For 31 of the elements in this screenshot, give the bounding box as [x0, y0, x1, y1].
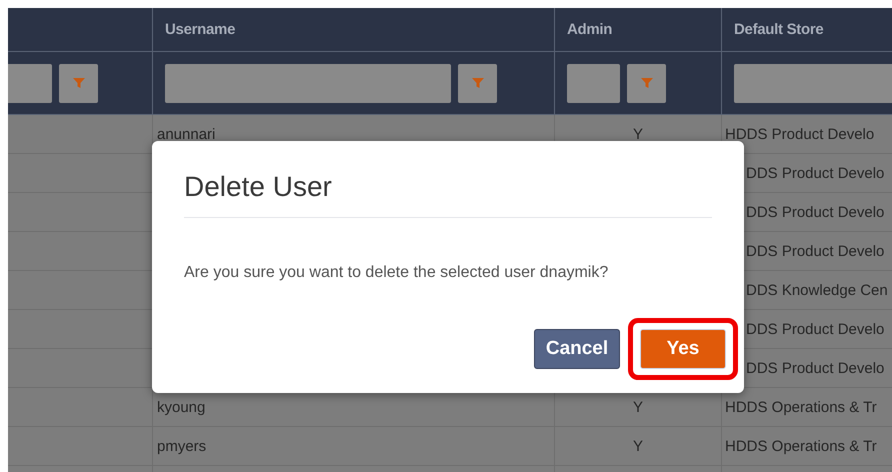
- table-cell: Y: [632, 398, 643, 416]
- filter-field[interactable]: [8, 64, 52, 102]
- table-cell: DDS Knowledge Cen: [746, 282, 888, 298]
- table-cell: HDDS Operations & Tr: [725, 438, 877, 454]
- column-header[interactable]: Admin: [567, 21, 612, 38]
- dialog-title: Delete User: [184, 141, 712, 218]
- confirm-button[interactable]: Yes: [640, 329, 726, 369]
- table-cell: Y: [632, 126, 643, 142]
- table-cell: anunnari: [157, 126, 216, 142]
- dialog-message: Are you sure you want to delete the selected user dnaymik?: [184, 264, 610, 282]
- filter-icon: [640, 76, 654, 90]
- filter-field[interactable]: [734, 64, 892, 102]
- table-cell: DDS Product Develo: [746, 164, 884, 182]
- filter-button[interactable]: [59, 64, 98, 102]
- table-cell: DDS Product Develo: [746, 320, 884, 338]
- table-cell: DDS Product Develo: [746, 360, 884, 376]
- table-cell: Y: [632, 438, 643, 454]
- filter-button[interactable]: [458, 64, 497, 102]
- table-cell: DDS Product Develo: [746, 204, 884, 220]
- table-cell: HDDS Operations & Tr: [725, 398, 877, 416]
- filter-button[interactable]: [627, 64, 666, 102]
- table-cell: DDS Product Develo: [746, 242, 884, 260]
- cancel-button[interactable]: Cancel: [534, 329, 620, 369]
- filter-icon: [72, 76, 86, 90]
- filter-icon: [470, 76, 484, 90]
- table-cell: kyoung: [157, 398, 206, 416]
- table-cell: HDDS Product Develo: [725, 126, 874, 142]
- table-cell: pmyers: [157, 438, 206, 454]
- filter-field[interactable]: [567, 64, 620, 102]
- filter-field[interactable]: [165, 64, 451, 102]
- column-header[interactable]: Username: [165, 21, 236, 38]
